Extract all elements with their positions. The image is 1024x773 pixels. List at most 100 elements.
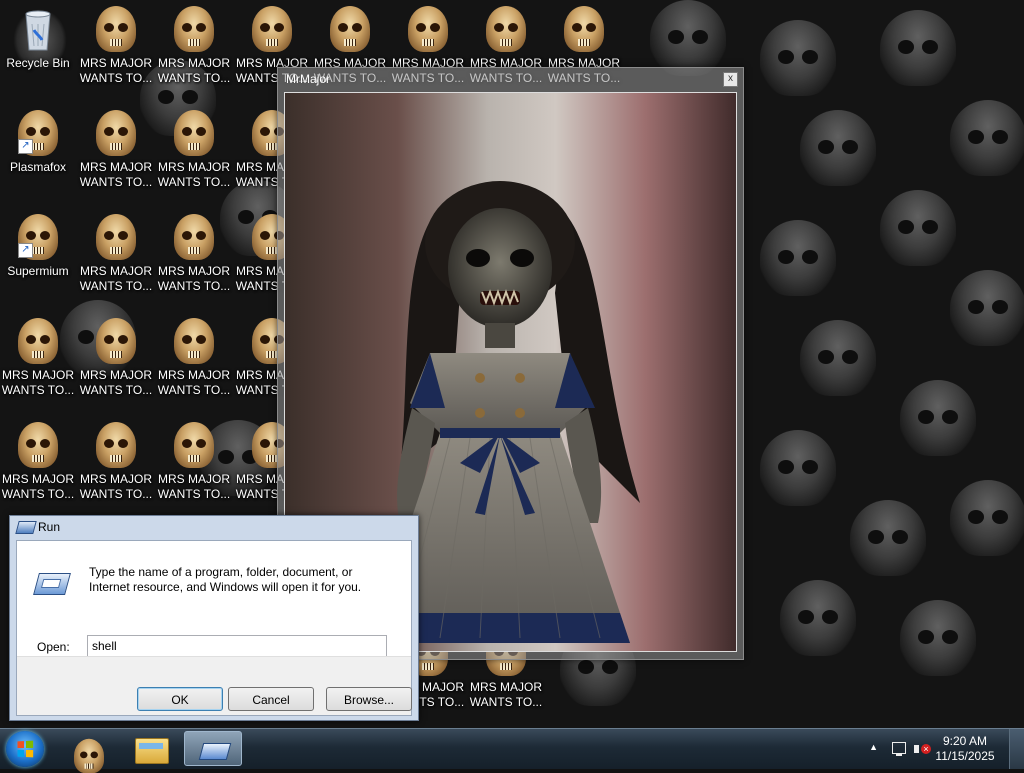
clock[interactable]: 9:20 AM 11/15/2025 [934,734,996,764]
browse-button[interactable]: Browse... [326,687,412,711]
wallpaper-skull [950,100,1024,176]
skull-icon [94,6,138,52]
desktop-icon-label: MRS MAJOR [158,160,230,174]
desktop-icon-label: Recycle Bin [6,56,70,70]
wallpaper-skull [950,270,1024,346]
desktop-icon-label: MRS MAJOR [2,472,74,486]
desktop-icon-mrs-major[interactable]: MRS MAJOR WANTS TO... [0,416,76,512]
desktop-icon-label: WANTS TO... [157,175,231,189]
desktop-icon-label: WANTS TO... [79,71,153,85]
clock-date: 11/15/2025 [935,749,995,763]
desktop-icon-label: Supermium [7,264,69,278]
desktop-icon-mrs-major[interactable]: MRS MAJOR WANTS TO... [0,312,76,408]
skull-icon [172,422,216,468]
close-button[interactable]: x [723,72,738,87]
skull-icon [562,6,606,52]
mrmajor-titlebar[interactable]: MrMajor x [278,68,743,90]
desktop-icon-label: WANTS TO... [1,383,75,397]
wallpaper-skull [650,0,726,76]
desktop-icon-label: WANTS TO... [469,695,543,709]
start-button[interactable] [6,731,44,767]
ok-button[interactable]: OK [137,687,223,711]
show-hidden-icons-icon[interactable]: ▲ [869,742,878,752]
wallpaper-skull [760,20,836,96]
taskbar-item-run[interactable] [184,731,242,766]
volume-muted-icon[interactable] [914,741,931,757]
run-icon [15,521,37,534]
wallpaper-skull [880,10,956,86]
run-titlebar[interactable]: Run [10,516,418,540]
wallpaper-skull [900,380,976,456]
taskbar: ▲ 9:20 AM 11/15/2025 [0,728,1024,773]
wallpaper-skull [780,580,856,656]
skull-icon [94,110,138,156]
desktop-icon-label: MRS MAJOR [470,680,542,694]
desktop-icon-mrs-major[interactable]: MRS MAJORWANTS TO... [78,416,154,512]
desktop-icon-label: MRS MAJOR [80,160,152,174]
run-icon [198,743,232,760]
desktop-icon-label: MRS MAJOR [158,264,230,278]
skull-icon [94,214,138,260]
skull-icon [250,6,294,52]
wallpaper-skull [800,320,876,396]
desktop-icon-label: Plasmafox [9,160,67,174]
cancel-button[interactable]: Cancel [228,687,314,711]
desktop-icon-label: WANTS TO... [79,279,153,293]
run-dialog[interactable]: Run Type the name of a program, folder, … [9,515,419,721]
wallpaper-skull [800,110,876,186]
shortcut-arrow-icon: ↗ [18,139,33,154]
desktop-icon-label: MRS MAJOR [80,472,152,486]
clock-time: 9:20 AM [942,734,988,748]
desktop-icon-label: MRS MAJOR [158,368,230,382]
desktop-icon-plasmafox[interactable]: ↗ Plasmafox [0,104,76,200]
folder-icon [135,738,169,764]
window-title: MrMajor [286,72,330,86]
wallpaper-skull [850,500,926,576]
skull-icon [172,110,216,156]
skull-icon [406,6,450,52]
taskbar-item-mrmajor[interactable] [60,731,118,773]
desktop-icon-supermium[interactable]: ↗ Supermium [0,208,76,304]
skull-icon [16,318,60,364]
dialog-title: Run [38,520,61,534]
desktop-icon-mrs-major[interactable]: MRS MAJORWANTS TO... [156,104,232,200]
run-dialog-body: Type the name of a program, folder, docu… [16,540,412,716]
skull-icon [484,6,528,52]
desktop-icon-mrs-major[interactable]: MRS MAJORWANTS TO... [156,416,232,512]
desktop-icon-label: WANTS TO... [157,383,231,397]
open-input[interactable] [87,635,387,657]
desktop-icon-mrs-major[interactable]: MRS MAJORWANTS TO... [78,0,154,96]
desktop-icon-label: WANTS TO... [79,175,153,189]
desktop-icon-label: MRS MAJOR [158,472,230,486]
wallpaper-skull [950,480,1024,556]
desktop-icon-mrs-major[interactable]: MRS MAJORWANTS TO... [78,312,154,408]
taskbar-item-explorer[interactable] [122,731,180,766]
desktop-icon-label: WANTS TO... [1,487,75,501]
skull-icon: ↗ [16,110,60,156]
shortcut-arrow-icon: ↗ [18,243,33,258]
network-icon[interactable] [892,742,906,756]
desktop-icon-label: MRS MAJOR [2,368,74,382]
wallpaper-skull [880,190,956,266]
desktop-icon-label: MRS MAJOR [80,264,152,278]
desktop-icon-mrs-major[interactable]: MRS MAJORWANTS TO... [156,312,232,408]
desktop-icon-label: MRS MAJOR [80,56,152,70]
skull-icon [328,6,372,52]
desktop-icon-mrs-major[interactable]: MRS MAJORWANTS TO... [156,208,232,304]
desktop-icon-label: MRS MAJOR [80,368,152,382]
skull-icon [172,318,216,364]
desktop-icon-label: WANTS TO... [79,487,153,501]
run-description: Type the name of a program, folder, docu… [89,565,362,594]
show-desktop-button[interactable] [1009,729,1024,769]
desktop-icon-recycle-bin[interactable]: Recycle Bin [0,0,76,96]
wallpaper-skull [900,600,976,676]
recycle-bin-icon [16,6,60,52]
skull-icon: ↗ [16,214,60,260]
desktop-icon-mrs-major[interactable]: MRS MAJORWANTS TO... [156,0,232,96]
open-label: Open: [37,640,70,654]
desktop-icon-mrs-major[interactable]: MRS MAJORWANTS TO... [78,208,154,304]
wallpaper-skull [760,430,836,506]
desktop-icon-label: WANTS TO... [157,71,231,85]
skull-icon [16,422,60,468]
desktop-icon-mrs-major[interactable]: MRS MAJORWANTS TO... [78,104,154,200]
